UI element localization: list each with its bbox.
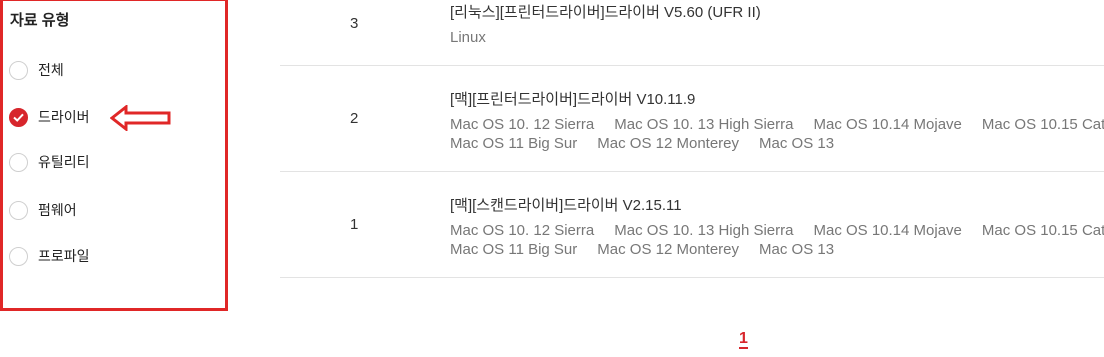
- filter-option-firmware[interactable]: 펌웨어: [9, 199, 77, 221]
- filter-option-label: 드라이버: [38, 109, 90, 125]
- radio-unchecked-icon[interactable]: [9, 246, 28, 266]
- radio-checked-icon[interactable]: [9, 107, 28, 127]
- os-tag: Mac OS 13: [759, 241, 835, 258]
- filter-option-all[interactable]: 전체: [9, 59, 64, 81]
- filter-option-label: 유틸리티: [38, 154, 90, 170]
- os-tag: Mac OS 11 Big Sur: [450, 241, 578, 258]
- os-tag: Mac OS 12 Monterey: [597, 135, 740, 152]
- filter-option-label: 프로파일: [38, 248, 90, 264]
- radio-unchecked-icon[interactable]: [9, 200, 28, 220]
- filter-option-label: 펌웨어: [38, 202, 77, 218]
- os-list: Mac OS 10. 12 Sierra Mac OS 10. 13 High S…: [450, 115, 1104, 153]
- filter-title: 자료 유형: [10, 12, 70, 29]
- radio-unchecked-icon[interactable]: [9, 152, 28, 172]
- row-number: 2: [350, 110, 359, 127]
- row-number: 3: [350, 15, 359, 32]
- os-tag: Mac OS 10. 12 Sierra: [450, 116, 595, 133]
- table-row[interactable]: 3 [리눅스][프린터드라이버]드라이버 V5.60 (UFR II) Linu…: [280, 0, 1104, 66]
- os-tag: Mac OS 10.15 Catalina: [981, 222, 1104, 239]
- os-tag: Linux: [450, 29, 486, 46]
- table-row[interactable]: 2 [맥][프린터드라이버]드라이버 V10.11.9 Mac OS 10. 1…: [280, 65, 1104, 172]
- os-tag: Mac OS 10. 13 High Sierra: [614, 116, 794, 133]
- os-list: Linux: [450, 28, 1104, 47]
- type-filter-panel: 자료 유형 전체 드라이버 유틸리티 펌웨어 프로파일: [0, 0, 228, 311]
- os-tag: Mac OS 10.15 Catalina: [981, 116, 1104, 133]
- os-tag: Mac OS 10.14 Mojave: [813, 116, 962, 133]
- filter-option-label: 전체: [38, 62, 64, 78]
- os-list: Mac OS 10. 12 Sierra Mac OS 10. 13 High S…: [450, 221, 1104, 259]
- row-title-link[interactable]: [리눅스][프린터드라이버]드라이버 V5.60 (UFR II): [450, 1, 761, 22]
- os-tag: Mac OS 13: [759, 135, 835, 152]
- row-number: 1: [350, 216, 359, 233]
- table-row[interactable]: 1 [맥][스캔드라이버]드라이버 V2.15.11 Mac OS 10. 12…: [280, 171, 1104, 278]
- os-tag: Mac OS 10. 12 Sierra: [450, 222, 595, 239]
- os-tag: Mac OS 11 Big Sur: [450, 135, 578, 152]
- row-title-link[interactable]: [맥][스캔드라이버]드라이버 V2.15.11: [450, 194, 682, 215]
- os-tag: Mac OS 12 Monterey: [597, 241, 740, 258]
- left-arrow-annotation-icon: [110, 105, 171, 131]
- radio-unchecked-icon[interactable]: [9, 60, 28, 80]
- filter-option-driver[interactable]: 드라이버: [9, 106, 90, 128]
- filter-option-utility[interactable]: 유틸리티: [9, 151, 90, 173]
- os-tag: Mac OS 10. 13 High Sierra: [614, 222, 794, 239]
- os-tag: Mac OS 10.14 Mojave: [813, 222, 962, 239]
- filter-option-profile[interactable]: 프로파일: [9, 245, 90, 267]
- row-title-link[interactable]: [맥][프린터드라이버]드라이버 V10.11.9: [450, 88, 695, 109]
- checkmark-icon: [13, 113, 24, 122]
- pagination-current-page[interactable]: 1: [739, 330, 748, 349]
